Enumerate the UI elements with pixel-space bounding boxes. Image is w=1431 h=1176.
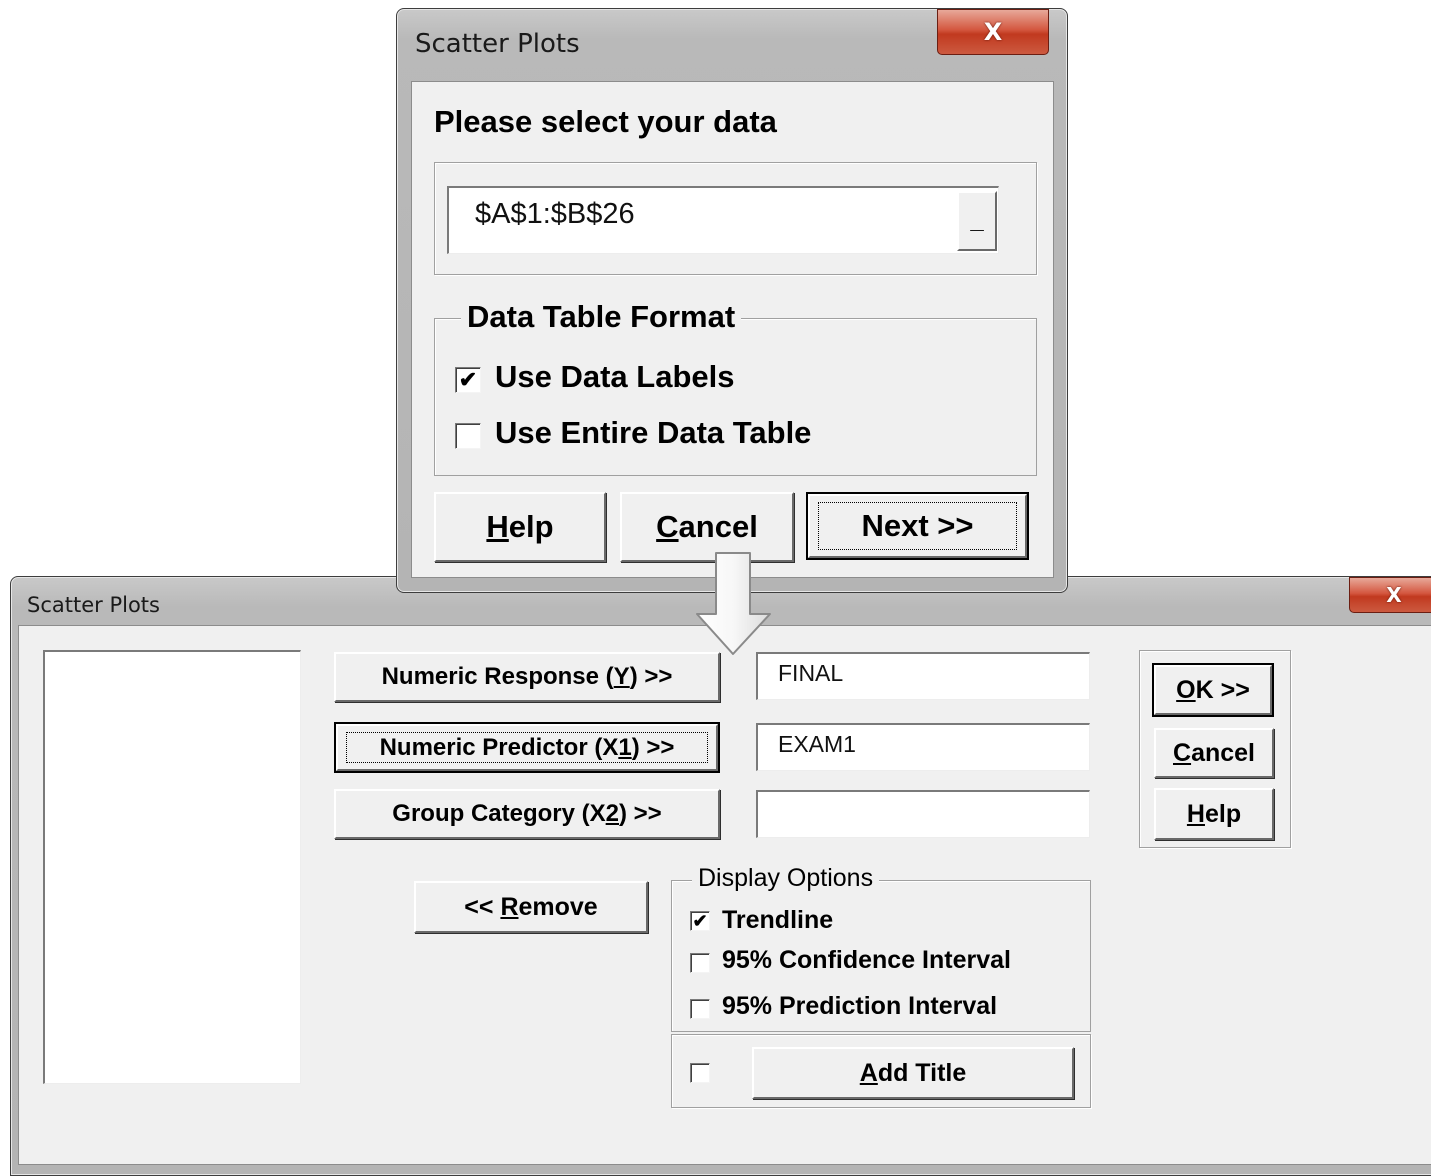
cancel-button[interactable]: Cancel: [1154, 728, 1274, 778]
data-table-format-legend: Data Table Format: [461, 299, 742, 335]
data-table-format-group: Data Table Format ✔ Use Data Labels Use …: [434, 299, 1037, 476]
predictor-value: EXAM1: [778, 731, 856, 757]
close-button[interactable]: X: [937, 9, 1049, 55]
check-icon: ✔: [692, 911, 708, 931]
use-data-labels-checkbox[interactable]: ✔: [455, 367, 481, 393]
down-arrow-icon: [696, 552, 771, 655]
cancel-label: Cancel: [1173, 738, 1255, 767]
dialog-client-area: Numeric Response (Y) >> Numeric Predicto…: [18, 625, 1431, 1165]
scatter-plots-data-window: Scatter Plots X Please select your data …: [396, 8, 1068, 593]
display-options-legend: Display Options: [692, 864, 880, 893]
scatter-plots-variables-window: Scatter Plots X Numeric Response (Y) >> …: [10, 576, 1431, 1176]
add-title-frame: Add Title: [671, 1034, 1091, 1108]
trendline-label: Trendline: [722, 906, 834, 934]
add-title-label: Add Title: [859, 1058, 967, 1087]
collapse-icon: _: [970, 207, 984, 234]
prediction-interval-label: 95% Prediction Interval: [722, 992, 998, 1020]
help-button[interactable]: Help: [434, 492, 606, 562]
focus-rect: [346, 732, 708, 763]
window-title: Scatter Plots: [415, 29, 580, 59]
predictor-field[interactable]: EXAM1: [756, 723, 1090, 771]
numeric-response-label: Numeric Response (Y) >>: [381, 663, 673, 690]
data-range-value: $A$1:$B$26: [475, 198, 635, 230]
ok-button[interactable]: OK >>: [1152, 663, 1274, 717]
remove-button[interactable]: << Remove: [414, 881, 648, 933]
use-data-labels-label: Use Data Labels: [495, 359, 735, 394]
variable-list[interactable]: [43, 650, 301, 1084]
group-field[interactable]: [756, 790, 1090, 838]
ok-label: OK >>: [1176, 675, 1250, 704]
help-label: Help: [1186, 799, 1242, 828]
close-button[interactable]: X: [1349, 577, 1431, 613]
numeric-response-button[interactable]: Numeric Response (Y) >>: [334, 652, 720, 702]
confidence-interval-label: 95% Confidence Interval: [722, 946, 1011, 974]
add-title-checkbox[interactable]: [690, 1063, 710, 1083]
collapse-range-button[interactable]: _: [957, 191, 997, 251]
remove-label: << Remove: [464, 892, 598, 921]
help-button[interactable]: Help: [1154, 788, 1274, 840]
focus-rect: [818, 502, 1017, 550]
data-range-field[interactable]: $A$1:$B$26: [447, 186, 999, 254]
cancel-label: Cancel: [656, 509, 758, 544]
group-category-label: Group Category (X2) >>: [392, 800, 662, 827]
confidence-interval-checkbox[interactable]: [690, 953, 710, 973]
next-button[interactable]: Next >>: [806, 492, 1029, 560]
range-frame: $A$1:$B$26 _: [434, 162, 1037, 275]
close-icon: X: [1386, 583, 1402, 607]
use-entire-data-table-checkbox[interactable]: [455, 423, 481, 449]
response-value: FINAL: [778, 660, 844, 686]
display-options-group: Display Options ✔ Trendline 95% Confiden…: [671, 864, 1091, 1032]
check-icon: ✔: [458, 367, 478, 392]
group-category-button[interactable]: Group Category (X2) >>: [334, 789, 720, 839]
help-label: Help: [486, 509, 554, 544]
action-buttons-frame: OK >> Cancel Help: [1139, 650, 1291, 848]
window-title: Scatter Plots: [27, 593, 160, 617]
numeric-predictor-button[interactable]: Numeric Predictor (X1) >>: [334, 722, 720, 773]
add-title-button[interactable]: Add Title: [752, 1047, 1074, 1099]
trendline-checkbox[interactable]: ✔: [690, 911, 710, 931]
dialog-client-area: Please select your data $A$1:$B$26 _ Dat…: [411, 81, 1054, 578]
use-entire-data-table-label: Use Entire Data Table: [495, 415, 812, 450]
prediction-interval-checkbox[interactable]: [690, 999, 710, 1019]
response-field[interactable]: FINAL: [756, 652, 1090, 700]
close-icon: X: [983, 18, 1003, 46]
select-data-prompt: Please select your data: [434, 104, 777, 139]
